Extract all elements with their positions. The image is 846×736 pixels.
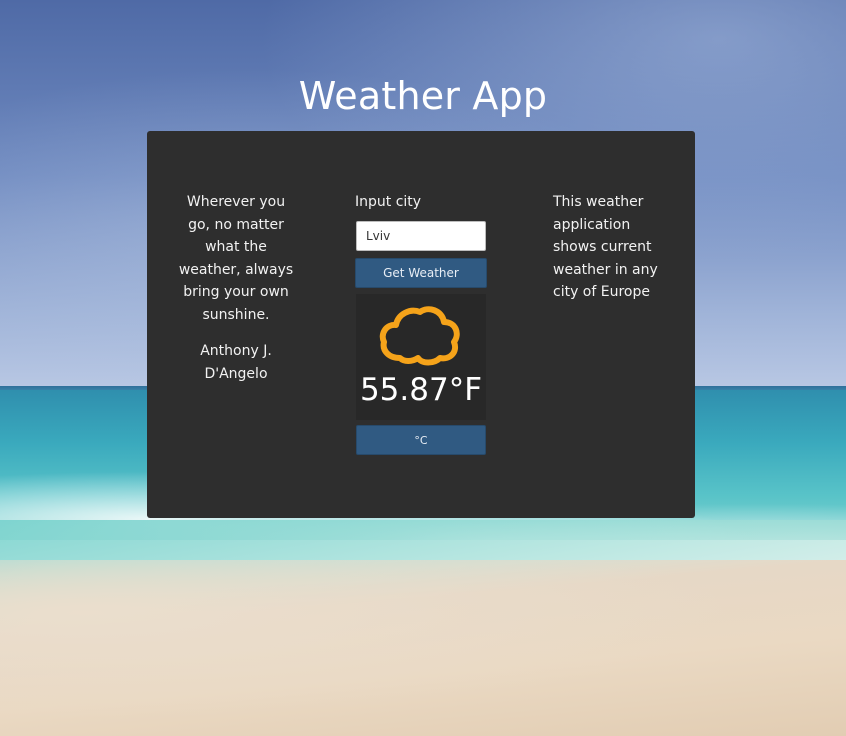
weather-form-column: Input city Get Weather 55.87°F °C [355,191,487,455]
temperature-value: 55.87°F [359,372,483,408]
page-title: Weather App [298,74,548,118]
city-input-label: Input city [355,194,422,210]
city-input[interactable] [356,221,486,251]
info-text: This weather application shows current w… [553,194,658,300]
weather-panel: Wherever you go, no matter what the weat… [147,131,695,518]
weather-display: 55.87°F [356,294,486,420]
unit-toggle-button[interactable]: °C [356,425,486,455]
quote-text: Wherever you go, no matter what the weat… [178,194,294,323]
info-column: This weather application shows current w… [553,191,663,304]
weather-app-page: Weather App Wherever you go, no matter w… [0,0,846,736]
background-sand [0,560,846,736]
get-weather-button[interactable]: Get Weather [355,258,487,288]
quote-author: Anthony J. D'Angelo [200,343,272,382]
quote-column: Wherever you go, no matter what the weat… [177,191,295,385]
cloud-icon [379,306,460,366]
